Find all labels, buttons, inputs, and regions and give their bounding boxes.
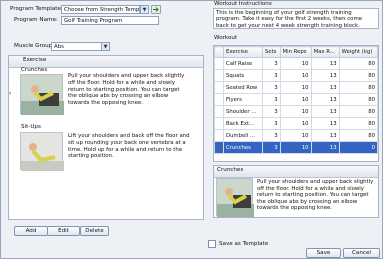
program-name-input[interactable]: Golf Training Program <box>61 16 159 25</box>
table-cell-min[interactable]: 10 <box>279 105 312 118</box>
table-cell-max[interactable]: 13 <box>310 129 340 142</box>
list-item-name[interactable]: Crunches <box>21 67 47 73</box>
table-cell-min[interactable]: 10 <box>279 81 312 94</box>
table-cell-exercise[interactable]: Seated Row <box>223 81 263 94</box>
table-cell-sets[interactable]: 3 <box>261 69 281 82</box>
column-header[interactable]: Weight (kg) <box>338 46 378 58</box>
table-cell-min[interactable]: 10 <box>279 69 312 82</box>
table-cell-exercise[interactable]: Back Ext... <box>223 117 263 130</box>
table-cell-sets[interactable]: 3 <box>261 141 281 154</box>
cancel-button[interactable]: Cancel <box>343 248 380 258</box>
table-cell-min[interactable]: 10 <box>279 57 312 70</box>
row-selector <box>214 117 224 130</box>
table-cell-max[interactable]: 13 <box>310 81 340 94</box>
detail-description: Pull your shoulders and upper back sligh… <box>257 179 374 212</box>
chevron-down-icon[interactable]: ▼ <box>101 42 110 51</box>
table-cell-sets[interactable]: 3 <box>261 81 281 94</box>
table-cell-min[interactable]: 10 <box>279 93 312 106</box>
instructions-title: Workout Instructions <box>214 1 272 7</box>
row-selector <box>214 69 224 82</box>
table-row[interactable]: Dumbell ... 3 10 13 80 <box>214 129 378 142</box>
table-cell-weight[interactable]: 80 <box>338 93 378 106</box>
table-row[interactable]: Squats 3 10 13 80 <box>214 69 378 82</box>
row-pointer-icon: › <box>9 90 12 97</box>
save-button[interactable]: Save <box>306 248 341 258</box>
table-row[interactable]: Back Ext... 3 10 13 80 <box>214 117 378 130</box>
row-selector <box>214 57 224 70</box>
table-cell-sets[interactable]: 3 <box>261 93 281 106</box>
table-cell-exercise[interactable]: Squats <box>223 69 263 82</box>
table-cell-exercise[interactable]: Shoulder ... <box>223 105 263 118</box>
arrow-right-icon <box>153 7 159 12</box>
table-cell-min[interactable]: 10 <box>279 141 312 154</box>
chevron-down-icon[interactable]: ▼ <box>140 5 149 14</box>
table-cell-max[interactable]: 13 <box>310 57 340 70</box>
table-row[interactable]: Crunches 3 10 13 0 <box>214 141 378 154</box>
muscle-group-select[interactable]: Abs <box>51 42 102 51</box>
add-button[interactable]: Add <box>14 226 48 236</box>
row-selector <box>214 81 224 94</box>
column-header[interactable]: Max R... <box>310 46 340 58</box>
muscle-group-label: Muscle Group: <box>14 43 55 49</box>
save-as-template-checkbox[interactable] <box>208 240 216 248</box>
column-header[interactable]: Sets <box>261 46 281 58</box>
situps-image <box>20 132 64 171</box>
table-cell-weight[interactable]: 80 <box>338 129 378 142</box>
table-cell-min[interactable]: 10 <box>279 129 312 142</box>
table-row[interactable]: Calf Raise 3 10 13 80 <box>214 57 378 70</box>
edit-button[interactable]: Edit <box>47 226 80 236</box>
table-cell-sets[interactable]: 3 <box>261 105 281 118</box>
table-cell-max[interactable]: 13 <box>310 141 340 154</box>
table-row[interactable]: Flyers 3 10 13 80 <box>214 93 378 106</box>
delete-button[interactable]: Delete <box>80 226 109 236</box>
table-cell-weight[interactable]: 80 <box>338 69 378 82</box>
table-cell-max[interactable]: 13 <box>310 105 340 118</box>
table-cell-exercise[interactable]: Calf Raise <box>223 57 263 70</box>
table-cell-weight[interactable]: 80 <box>338 117 378 130</box>
crunches-detail-image <box>216 178 254 217</box>
column-header[interactable]: Min Reps <box>279 46 312 58</box>
table-cell-sets[interactable]: 3 <box>261 129 281 142</box>
list-item-description: Lift your shoulders and back off the flo… <box>68 133 190 160</box>
table-cell-weight[interactable]: 80 <box>338 105 378 118</box>
table-cell-min[interactable]: 10 <box>279 117 312 130</box>
program-template-label: Program Template: <box>10 6 63 12</box>
workout-title: Workout <box>214 35 238 41</box>
apply-template-button[interactable] <box>151 5 161 14</box>
table-row[interactable]: Seated Row 3 10 13 80 <box>214 81 378 94</box>
list-item-description: Pull your shoulders and upper back sligh… <box>68 73 185 107</box>
row-selector <box>214 141 224 154</box>
table-cell-exercise[interactable]: Crunches <box>223 141 263 154</box>
detail-title: Crunches <box>214 166 378 178</box>
table-cell-max[interactable]: 13 <box>310 117 340 130</box>
workout-table: Exercise Sets Min Reps Max R... Weight (… <box>213 45 379 162</box>
column-header[interactable]: Exercise <box>223 46 263 58</box>
save-as-template-label: Save as Template <box>219 241 269 247</box>
table-cell-weight[interactable]: 0 <box>338 141 378 154</box>
crunches-image <box>20 74 64 115</box>
table-cell-exercise[interactable]: Dumbell ... <box>223 129 263 142</box>
table-cell-max[interactable]: 13 <box>310 69 340 82</box>
table-cell-weight[interactable]: 80 <box>338 81 378 94</box>
row-selector <box>214 93 224 106</box>
program-template-select[interactable]: Choose from Strength Template... <box>61 5 140 14</box>
program-name-label: Program Name: <box>14 17 58 23</box>
table-cell-exercise[interactable]: Flyers <box>223 93 263 106</box>
exercise-detail-panel: Crunches Pull your shoulders and upper b… <box>213 165 379 218</box>
row-selector <box>214 105 224 118</box>
row-selector <box>214 129 224 142</box>
instructions-textarea[interactable]: This is the beginning of your golf stren… <box>213 8 379 29</box>
table-row[interactable]: Shoulder ... 3 10 13 80 <box>214 105 378 118</box>
list-item-name[interactable]: Sit-Ups <box>21 124 41 130</box>
table-cell-sets[interactable]: 3 <box>261 117 281 130</box>
table-cell-weight[interactable]: 80 <box>338 57 378 70</box>
table-cell-sets[interactable]: 3 <box>261 57 281 70</box>
instructions-text: This is the beginning of your golf stren… <box>216 10 363 29</box>
table-cell-max[interactable]: 13 <box>310 93 340 106</box>
